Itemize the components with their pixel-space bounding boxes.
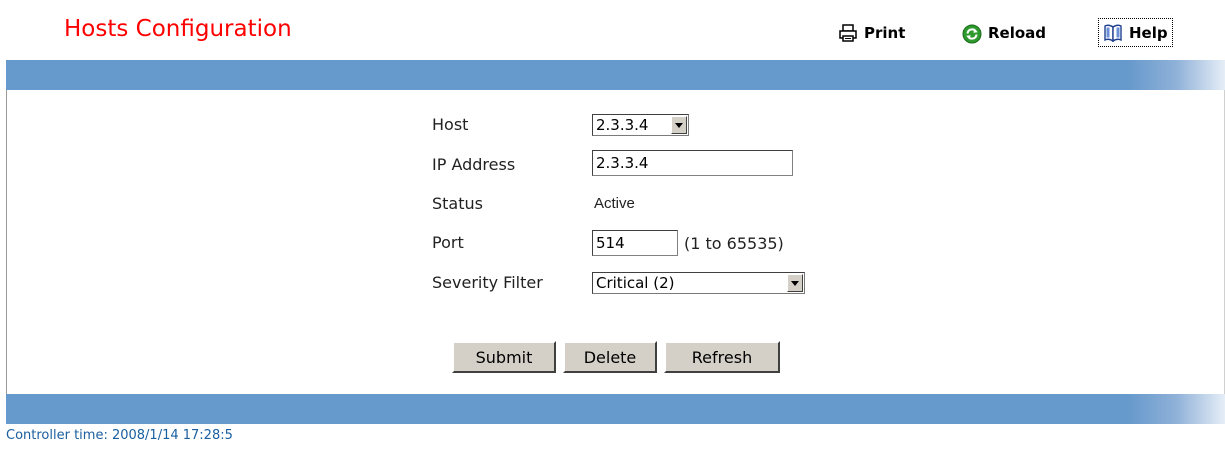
port-label: Port	[432, 233, 464, 252]
ip-address-field[interactable]: 2.3.3.4	[592, 150, 793, 176]
page-title: Hosts Configuration	[64, 16, 292, 42]
chevron-down-icon	[787, 274, 803, 292]
book-icon	[1103, 24, 1123, 42]
status-label: Status	[432, 194, 483, 213]
bottom-band	[6, 394, 1225, 424]
host-label: Host	[432, 115, 469, 134]
delete-button[interactable]: Delete	[563, 341, 657, 373]
host-select-value: 2.3.3.4	[596, 116, 649, 134]
host-select[interactable]: 2.3.3.4	[592, 114, 689, 136]
reload-button[interactable]: Reload	[962, 20, 1046, 46]
severity-filter-value: Critical (2)	[596, 274, 675, 292]
status-value: Active	[594, 195, 635, 212]
page-header: Hosts Configuration Print Reload Help	[0, 0, 1225, 60]
controller-time: Controller time: 2008/1/14 17:28:5	[6, 428, 233, 443]
ip-address-label: IP Address	[432, 155, 516, 174]
reload-label: Reload	[988, 24, 1047, 42]
help-button[interactable]: Help	[1098, 18, 1173, 47]
submit-button[interactable]: Submit	[452, 341, 556, 373]
severity-filter-select[interactable]: Critical (2)	[592, 272, 805, 294]
print-button[interactable]: Print	[838, 20, 905, 46]
printer-icon	[838, 24, 858, 42]
help-label: Help	[1129, 23, 1168, 42]
refresh-button[interactable]: Refresh	[664, 341, 780, 373]
reload-icon	[962, 24, 982, 44]
chevron-down-icon	[671, 116, 687, 134]
port-field[interactable]: 514	[592, 230, 678, 256]
port-range-hint: (1 to 65535)	[684, 234, 784, 253]
severity-filter-label: Severity Filter	[432, 273, 543, 292]
top-band	[6, 60, 1225, 90]
print-label: Print	[864, 24, 906, 42]
